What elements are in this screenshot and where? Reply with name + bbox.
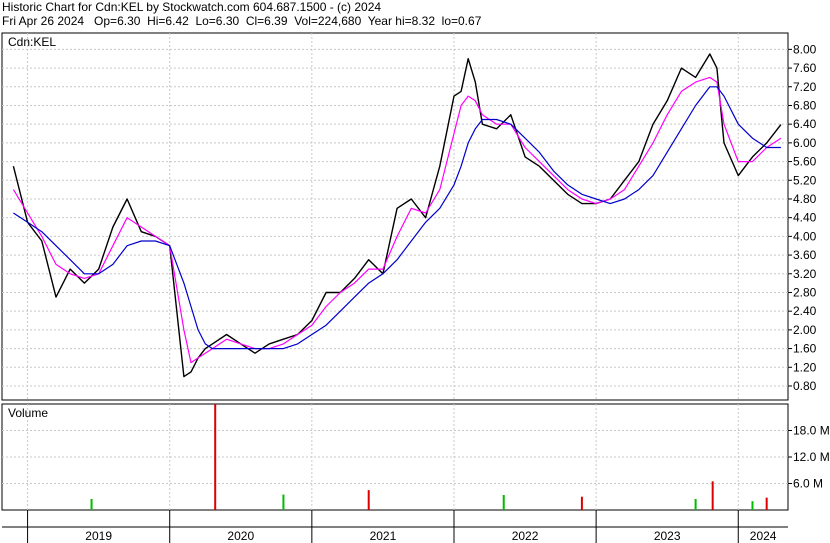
price-y-tick-label: 4.00 [793,229,817,243]
price-y-tick-label: 4.80 [793,192,817,206]
x-tick-label: 2022 [512,529,539,543]
price-y-tick-label: 5.60 [793,155,817,169]
price-y-tick-label: 6.80 [793,98,817,112]
price-y-tick-label: 4.40 [793,211,817,225]
x-tick-label: 2023 [654,529,681,543]
price-y-tick-label: 7.60 [793,61,817,75]
price-y-tick-label: 3.20 [793,267,817,281]
price-y-tick-label: 6.00 [793,136,817,150]
price-panel-label: Cdn:KEL [8,35,56,49]
x-tick-label: 2020 [227,529,254,543]
volume-y-tick-label: 6.0 M [793,477,823,491]
x-tick-label: 2021 [370,529,397,543]
price-y-tick-label: 5.20 [793,173,817,187]
price-y-tick-label: 3.60 [793,248,817,262]
volume-y-tick-label: 12.0 M [793,450,830,464]
price-y-tick-label: 1.20 [793,360,817,374]
price-y-tick-label: 2.80 [793,285,817,299]
price-y-tick-label: 2.40 [793,304,817,318]
price-y-tick-label: 0.80 [793,379,817,393]
price-y-tick-label: 7.20 [793,80,817,94]
price-volume-chart: 0.80 1.20 1.60 2.00 2.40 2.80 3.20 3.60 4.00 4.40… [1,32,830,543]
price-y-tick-label: 6.40 [793,117,817,131]
price-y-tick-label: 8.00 [793,42,817,56]
price-y-tick-label: 2.00 [793,323,817,337]
x-tick-label: 2019 [85,529,112,543]
volume-panel-label: Volume [8,406,48,420]
x-tick-label: 2024 [750,529,777,543]
price-y-tick-label: 1.60 [793,342,817,356]
volume-y-tick-label: 18.0 M [793,424,830,438]
